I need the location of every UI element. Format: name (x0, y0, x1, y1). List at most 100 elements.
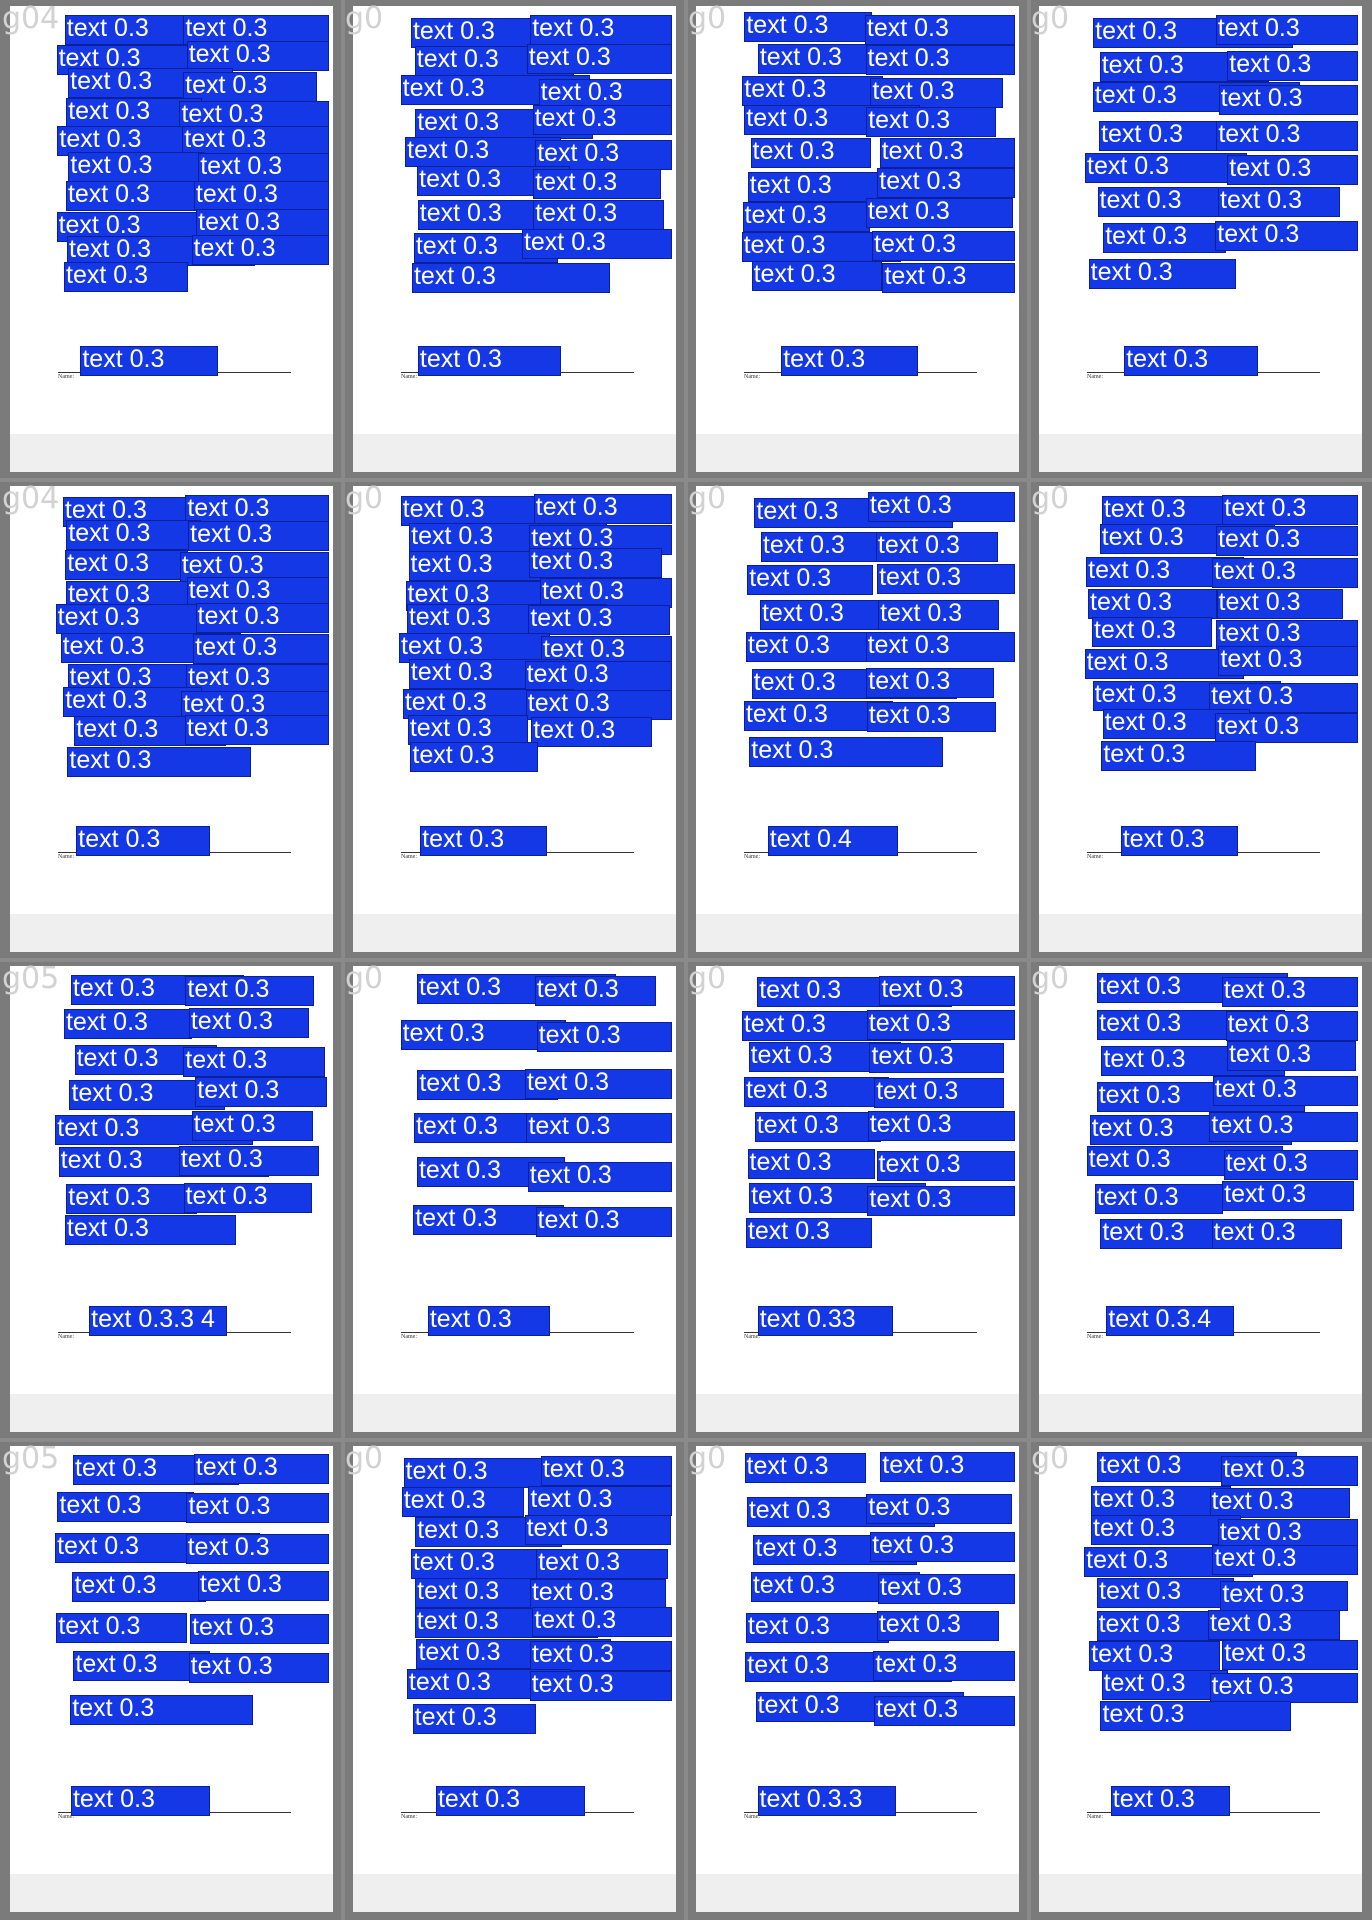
text-detection-box: text 0.3 (536, 1021, 672, 1052)
page-bottom-shade (353, 1874, 676, 1912)
text-detection-box: text 0.3.3 4 (89, 1305, 227, 1336)
text-detection-box: text 0.3 (65, 549, 188, 580)
text-detection-box: text 0.3 (185, 494, 329, 525)
text-detection-box: text 0.3 (1216, 589, 1343, 620)
text-detection-box: text 0.3 (533, 168, 662, 199)
text-detection-box: text 0.3 (57, 1492, 194, 1523)
text-detection-box: text 0.3 (1212, 1545, 1358, 1576)
tile-id-label: g0 (1031, 961, 1070, 996)
name-field-label: Name: (401, 854, 417, 861)
text-detection-box: text 0.3 (188, 521, 329, 552)
text-detection-box: text 0.3.3 (757, 1785, 896, 1816)
text-detection-box: text 0.3 (531, 716, 652, 747)
text-detection-box: text 0.3 (1089, 1641, 1220, 1672)
text-detection-box: text 0.3 (1085, 153, 1248, 183)
text-detection-box: text 0.3 (865, 632, 1015, 663)
text-detection-box: text 0.3 (880, 1452, 1015, 1483)
text-detection-box: text 0.3 (1100, 1218, 1221, 1249)
page-tile: g0 Name: text 0.3 text 0.3 text 0.3 text 0.3 t… (343, 480, 686, 960)
text-detection-box: text 0.3 (1097, 1578, 1234, 1609)
text-detection-box: text 0.3 (420, 825, 548, 856)
text-detection-box: text 0.3 (530, 14, 672, 45)
text-detection-box: text 0.3 (1218, 187, 1340, 218)
name-field-label: Name: (58, 854, 74, 861)
text-detection-box: text 0.3 (526, 44, 672, 75)
text-detection-box: text 0.3 (536, 1548, 669, 1579)
text-detection-box: text 0.3 (70, 1694, 253, 1725)
tile-id-label: g0 (1031, 481, 1070, 516)
text-detection-box: text 0.3 (866, 106, 997, 137)
text-detection-box: text 0.3 (184, 715, 329, 746)
page-tile: g0 Name: text 0.3 text 0.3 text 0.3 text 0.3 t… (686, 0, 1029, 480)
name-field-label: Name: (744, 374, 760, 381)
text-detection-box: text 0.3 (1220, 1581, 1349, 1611)
page-bottom-shade (10, 914, 333, 952)
text-detection-box: text 0.3 (742, 75, 883, 106)
text-detection-box: text 0.3 (1227, 154, 1358, 185)
text-detection-box: text 0.3 (1221, 1456, 1358, 1487)
text-detection-box: text 0.3 (56, 1613, 187, 1644)
page-tile: g04 Name: text 0.3 text 0.3 text 0.3 text 0.3… (0, 480, 343, 960)
text-detection-box: text 0.3 (882, 262, 1015, 293)
text-detection-box: text 0.3 (72, 1572, 206, 1603)
page-tile: g0 Name: text 0.3 text 0.3 text 0.3 text 0.3 t… (686, 480, 1029, 960)
text-detection-box: text 0.3 (1218, 85, 1358, 116)
text-detection-box: text 0.3 (1222, 494, 1358, 525)
page-bottom-shade (1039, 1394, 1362, 1432)
text-detection-box: text 0.3 (185, 975, 314, 1006)
page-tile: g0 Name: text 0.3 text 0.3 text 0.3 text 0.3 t… (1029, 960, 1372, 1440)
text-detection-box: text 0.3 (1215, 14, 1358, 45)
text-detection-box: text 0.3 (532, 1606, 672, 1637)
text-detection-box: text 0.3 (529, 1578, 667, 1609)
text-detection-box: text 0.3 (178, 1145, 320, 1176)
page-bottom-shade (10, 1394, 333, 1432)
text-detection-box: text 0.3 (533, 199, 665, 230)
tile-id-label: g05 (2, 1441, 60, 1476)
text-detection-box: text 0.3 (186, 576, 329, 607)
text-detection-box: text 0.3 (1110, 1785, 1230, 1816)
text-detection-box: text 0.3 (873, 1651, 1015, 1682)
text-detection-box: text 0.3 (867, 1111, 1015, 1142)
text-detection-box: text 0.3 (183, 1047, 325, 1078)
text-detection-box: text 0.3 (866, 1493, 1013, 1524)
tile-id-label: g0 (1031, 1, 1070, 36)
tile-id-label: g0 (688, 1, 727, 36)
page-bottom-shade (353, 434, 676, 472)
text-detection-box: text 0.3 (535, 1206, 672, 1237)
tile-id-label: g0 (345, 1441, 384, 1476)
text-detection-box: text 0.3 (1211, 1218, 1343, 1249)
text-detection-box: text 0.3 (411, 262, 611, 293)
name-field-label: Name: (1087, 854, 1103, 861)
tile-id-label: g0 (345, 1, 384, 36)
page-tile: g0 Name: text 0.3 text 0.3 text 0.3 text 0.3 t… (1029, 0, 1372, 480)
grid-column-divider (684, 0, 688, 1920)
text-detection-box: text 0.3 (745, 1612, 890, 1643)
text-detection-box: text 0.3 (197, 1571, 329, 1602)
text-detection-box: text 0.3 (865, 198, 1014, 229)
text-detection-box: text 0.3 (742, 202, 870, 233)
text-detection-box: text 0.3 (744, 1452, 866, 1483)
text-detection-box: text 0.3 (1225, 1011, 1358, 1042)
text-detection-box: text 0.3 (525, 689, 672, 720)
page-bottom-shade (353, 914, 676, 952)
text-detection-box: text 0.3 (435, 1785, 585, 1816)
text-detection-box: text 0.3 (198, 153, 329, 184)
text-detection-box: text 0.3 (64, 15, 196, 46)
text-detection-box: text 0.3 (1216, 525, 1358, 556)
name-field-label: Name: (744, 854, 760, 861)
text-detection-box: text 0.3 (1218, 646, 1358, 677)
text-detection-box: text 0.3 (191, 234, 329, 265)
text-detection-box: text 0.3 (195, 1076, 328, 1107)
text-detection-box: text 0.3 (877, 563, 1015, 594)
text-detection-box: text 0.3 (527, 1162, 672, 1193)
text-detection-box: text 0.3 (524, 661, 672, 692)
tile-id-label: g0 (1031, 1441, 1070, 1476)
text-detection-box: text 0.3 (1097, 186, 1236, 217)
text-detection-box: text 0.3 (1211, 558, 1358, 589)
page-bottom-shade (1039, 1874, 1362, 1912)
text-detection-box: text 0.3 (870, 1531, 1015, 1562)
text-detection-box: text 0.3 (524, 1514, 672, 1545)
text-detection-box: text 0.3 (875, 532, 998, 563)
page-bottom-shade (1039, 914, 1362, 952)
text-detection-box: text 0.3 (1088, 259, 1237, 290)
